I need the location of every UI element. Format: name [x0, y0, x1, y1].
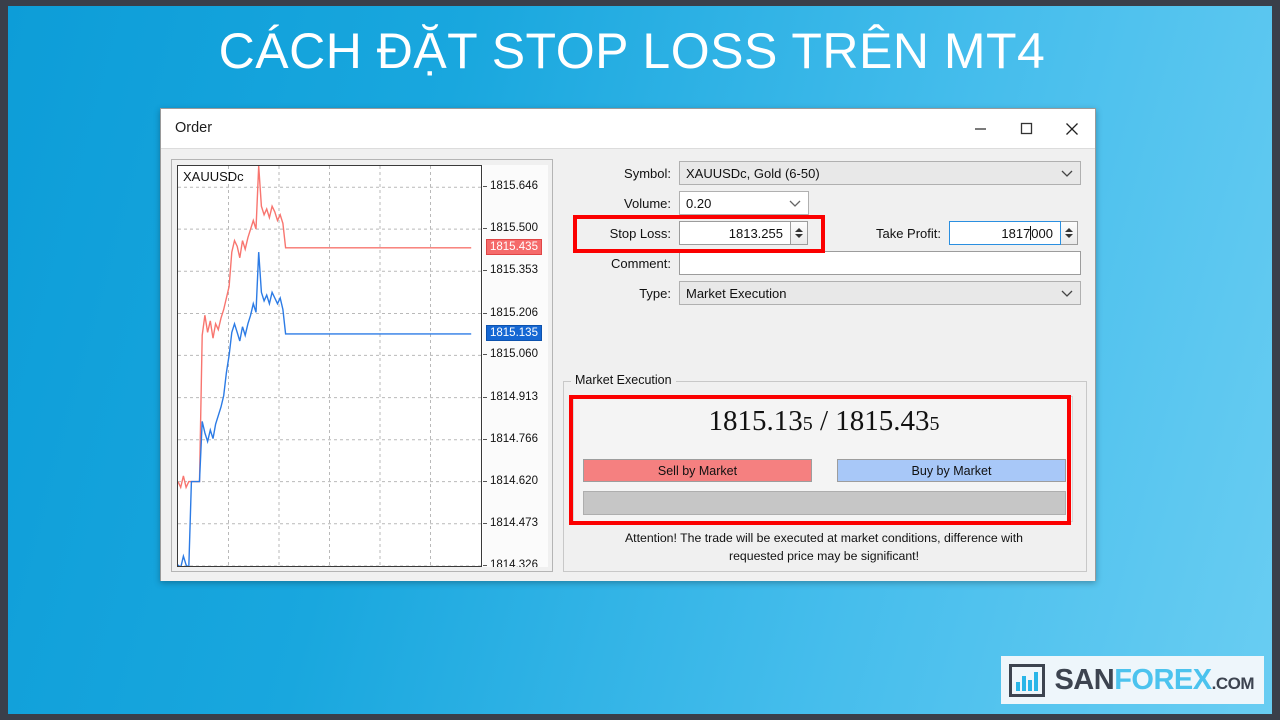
axis-tick	[483, 354, 487, 356]
axis-tick	[483, 270, 487, 272]
axis-label: 1814.620	[490, 474, 538, 487]
window-body: XAUUSDc 1815.646 1815.500 1815.353 1815.206…	[161, 149, 1095, 581]
type-row: Type: Market Execution	[559, 281, 1087, 305]
symbol-label: Symbol:	[624, 165, 671, 181]
price-separator: /	[812, 405, 836, 437]
chevron-down-icon	[789, 196, 801, 211]
minimize-button[interactable]	[957, 109, 1003, 148]
type-label: Type:	[639, 285, 671, 301]
buy-by-market-button[interactable]: Buy by Market	[837, 459, 1066, 482]
bid-price-sub: 5	[802, 413, 813, 435]
axis-label: 1815.353	[490, 264, 538, 277]
close-button[interactable]	[1049, 109, 1095, 148]
symbol-select[interactable]: XAUUSDc, Gold (6-50)	[679, 161, 1081, 185]
stepper-down-icon[interactable]	[1065, 234, 1073, 238]
chart-plot-area: XAUUSDc	[177, 165, 482, 567]
take-profit-value-after: 000	[1031, 225, 1053, 241]
attention-line-2: requested price may be significant!	[728, 548, 920, 563]
volume-row: Volume: 0.20	[559, 191, 809, 215]
chart-svg	[178, 166, 481, 566]
market-execution-group-title: Market Execution	[571, 373, 676, 387]
stop-loss-stepper[interactable]	[791, 221, 808, 245]
chart-inner: XAUUSDc 1815.646 1815.500 1815.353 1815.206…	[177, 165, 548, 567]
sanforex-logo: SANFOREX.COM	[1001, 656, 1264, 704]
order-form: Symbol: XAUUSDc, Gold (6-50) Volume: 0.2…	[559, 159, 1087, 572]
axis-label: 1814.326	[490, 559, 538, 567]
bid-price-main: 1815.13	[708, 405, 803, 437]
take-profit-stepper[interactable]	[1061, 221, 1078, 245]
tick-chart-panel: XAUUSDc 1815.646 1815.500 1815.353 1815.206…	[171, 159, 553, 572]
maximize-button[interactable]	[1003, 109, 1049, 148]
take-profit-value-before: 1817	[1001, 225, 1031, 241]
type-select[interactable]: Market Execution	[679, 281, 1081, 305]
comment-row: Comment:	[559, 251, 1087, 275]
order-window: Order XAUUSDc 1815.646 1815.500 1815.353	[160, 108, 1096, 581]
axis-tick	[483, 228, 487, 230]
stop-loss-row: Stop Loss: 1813.255	[559, 221, 808, 245]
axis-tick	[483, 186, 487, 188]
axis-tick	[483, 480, 487, 482]
axis-label: 1815.500	[490, 222, 538, 235]
logo-wordmark: SANFOREX.COM	[1054, 664, 1254, 697]
axis-label: 1815.060	[490, 348, 538, 361]
ask-price-sub: 5	[929, 413, 940, 435]
market-price-display: 1815.135 / 1815.435	[574, 405, 1074, 438]
attention-message: Attention! The trade will be executed at…	[574, 530, 1074, 566]
stepper-down-icon[interactable]	[795, 234, 803, 238]
type-value: Market Execution	[686, 285, 787, 301]
volume-label: Volume:	[624, 195, 671, 211]
market-execution-group: Market Execution 1815.135 / 1815.435 Sel…	[563, 373, 1087, 572]
take-profit-input[interactable]: 1817 000	[949, 221, 1061, 245]
axis-label: 1814.473	[490, 516, 538, 529]
logo-san: SAN	[1054, 663, 1115, 696]
axis-tick	[483, 438, 487, 440]
bar-chart-icon	[1009, 663, 1046, 697]
take-profit-row: Take Profit: 1817 000	[847, 221, 1078, 245]
execution-status-bar	[583, 491, 1066, 515]
stop-loss-value: 1813.255	[728, 225, 783, 241]
window-titlebar: Order	[161, 109, 1095, 149]
attention-line-1: Attention! The trade will be executed at…	[624, 531, 1024, 545]
page-root: CÁCH ĐẶT STOP LOSS TRÊN MT4 Order XAUUSD…	[0, 0, 1280, 720]
axis-tick	[483, 565, 487, 566]
chart-symbol-label: XAUUSDc	[183, 169, 244, 184]
ask-price-main: 1815.43	[835, 405, 930, 437]
symbol-row: Symbol: XAUUSDc, Gold (6-50)	[559, 161, 1087, 185]
axis-tick	[483, 522, 487, 524]
axis-label: 1815.646	[490, 180, 538, 193]
logo-dotcom: .COM	[1211, 673, 1255, 693]
symbol-value: XAUUSDc, Gold (6-50)	[686, 165, 820, 181]
market-execution-panel: 1815.135 / 1815.435 Sell by Market Buy b…	[573, 396, 1073, 522]
axis-label: 1814.766	[490, 432, 538, 445]
logo-forex: FOREX	[1114, 663, 1212, 696]
volume-value: 0.20	[686, 195, 712, 211]
volume-select[interactable]: 0.20	[679, 191, 809, 215]
stepper-up-icon[interactable]	[1065, 228, 1073, 232]
chevron-down-icon	[1061, 286, 1073, 301]
comment-label: Comment:	[611, 255, 671, 271]
chevron-down-icon	[1061, 166, 1073, 181]
axis-label: 1814.913	[490, 390, 538, 403]
chart-price-axis: 1815.646 1815.500 1815.353 1815.206 1815.060…	[483, 165, 548, 567]
take-profit-label: Take Profit:	[875, 225, 941, 241]
axis-label: 1815.206	[490, 306, 538, 319]
window-title: Order	[175, 120, 213, 136]
comment-input[interactable]	[679, 251, 1081, 275]
stop-loss-label: Stop Loss:	[609, 225, 671, 241]
stop-loss-input[interactable]: 1813.255	[679, 221, 791, 245]
stepper-up-icon[interactable]	[795, 228, 803, 232]
sell-by-market-button[interactable]: Sell by Market	[583, 459, 812, 482]
axis-tick	[483, 396, 487, 398]
page-title: CÁCH ĐẶT STOP LOSS TRÊN MT4	[218, 23, 1046, 79]
axis-label-bid-highlight: 1815.135	[486, 324, 542, 341]
axis-label-ask-highlight: 1815.435	[486, 238, 542, 255]
axis-tick	[483, 312, 487, 314]
